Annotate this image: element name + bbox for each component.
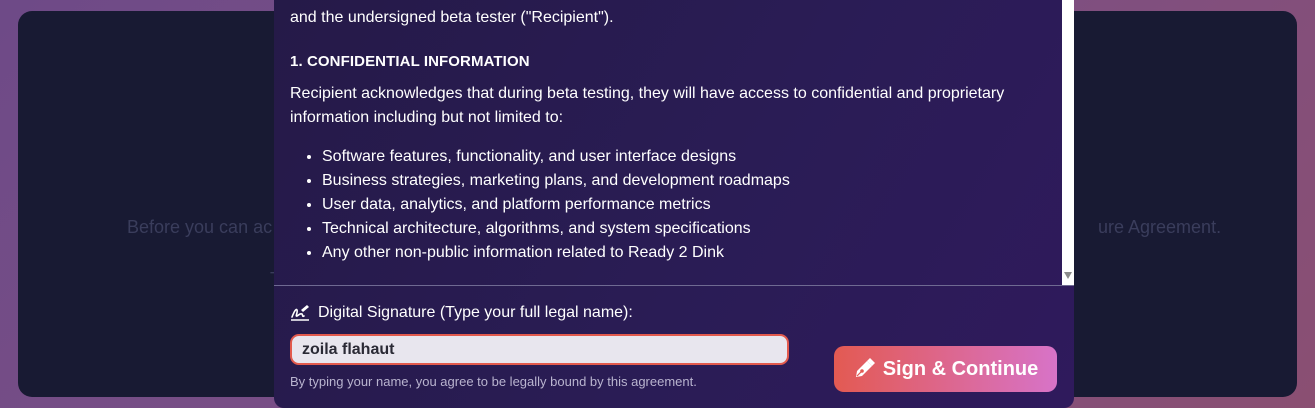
list-item: Business strategies, marketing plans, an… (322, 169, 790, 193)
list-item: Software features, functionality, and us… (322, 145, 790, 169)
background-text-right: ure Agreement. (1098, 217, 1222, 237)
background-text-left: Before you can ac (127, 217, 273, 237)
agreement-paragraph: Recipient acknowledges that during beta … (290, 85, 1005, 126)
signature-icon (291, 305, 309, 321)
nda-modal: and the undersigned beta tester ("Recipi… (274, 0, 1074, 408)
list-item: Any other non-public information related… (322, 241, 790, 265)
list-item: User data, analytics, and platform perfo… (322, 193, 790, 217)
agreement-intro-line: and the undersigned beta tester ("Recipi… (290, 9, 614, 26)
divider (274, 285, 1074, 286)
list-item: Technical architecture, algorithms, and … (322, 217, 790, 241)
signature-input[interactable] (290, 334, 789, 365)
signature-note: By typing your name, you agree to be leg… (290, 374, 697, 389)
confidential-list: Software features, functionality, and us… (290, 145, 790, 265)
scrollbar[interactable] (1062, 0, 1074, 285)
sign-continue-label: Sign & Continue (882, 357, 1039, 380)
agreement-scroll-area[interactable]: and the undersigned beta tester ("Recipi… (274, 0, 1062, 285)
sign-continue-button[interactable]: Sign & Continue (834, 346, 1057, 392)
section-title: 1. CONFIDENTIAL INFORMATION (290, 53, 530, 70)
signature-label-row: Digital Signature (Type your full legal … (290, 304, 633, 322)
signature-label: Digital Signature (Type your full legal … (318, 304, 633, 321)
pen-icon (855, 358, 875, 377)
scroll-down-arrow-icon[interactable] (1064, 272, 1072, 279)
